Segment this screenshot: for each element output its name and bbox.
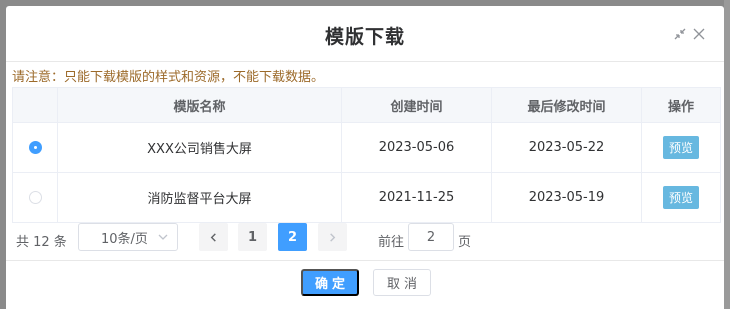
radio-unselected[interactable] [28,191,42,204]
created-time: 2023-05-06 [341,122,492,173]
template-name: 消防监督平台大屏 [57,172,342,223]
created-time: 2021-11-25 [341,172,492,223]
pagination: 共 12 条 10条/页 1 2 前往 页 [6,223,724,259]
total-count: 共 12 条 [16,235,67,250]
table-header-row: 模版名称 创建时间 最后修改时间 操作 [12,87,721,123]
template-name: XXX公司销售大屏 [57,122,342,173]
page-size-select[interactable]: 10条/页 [78,223,178,251]
collapse-icon[interactable] [672,26,688,42]
chevron-right-icon [330,232,336,242]
template-download-dialog: 模版下载 请注意：只能下载模版的样式和资源，不能下载数据。 模版名称 创建时间 … [6,6,724,309]
prev-page-button[interactable] [199,223,228,251]
row-select-cell[interactable] [12,172,58,223]
dialog-title: 模版下载 [324,26,405,48]
dialog-header: 模版下载 [6,6,724,62]
column-header-action: 操作 [641,87,721,123]
column-header-name: 模版名称 [57,87,342,123]
action-cell: 预览 [641,172,721,223]
row-select-cell[interactable] [12,122,58,173]
close-icon[interactable] [691,26,707,42]
chevron-down-icon [158,234,168,240]
download-notice: 请注意：只能下载模版的样式和资源，不能下载数据。 [12,70,325,85]
chevron-left-icon [210,232,216,242]
action-cell: 预览 [641,122,721,173]
next-page-button[interactable] [318,223,347,251]
goto-page-input[interactable] [408,223,454,251]
table-row[interactable]: 消防监督平台大屏 2021-11-25 2023-05-19 预览 [12,172,721,223]
cancel-button[interactable]: 取消 [373,269,431,296]
preview-button[interactable]: 预览 [662,136,699,159]
column-header-created: 创建时间 [341,87,492,123]
table-row[interactable]: XXX公司销售大屏 2023-05-06 2023-05-22 预览 [12,122,721,173]
modal-backdrop [724,0,730,309]
template-table: 模版名称 创建时间 最后修改时间 操作 XXX公司销售大屏 2023-05-06… [12,87,721,223]
confirm-button[interactable]: 确定 [301,269,359,296]
goto-suffix: 页 [458,235,472,250]
column-header-select [12,87,58,123]
page-2-button[interactable]: 2 [278,223,307,251]
column-header-modified: 最后修改时间 [491,87,642,123]
page-1-button[interactable]: 1 [238,223,267,251]
footer-divider [6,260,724,261]
modified-time: 2023-05-22 [491,122,642,173]
modified-time: 2023-05-19 [491,172,642,223]
goto-label: 前往 [378,235,405,250]
preview-button[interactable]: 预览 [662,186,699,209]
radio-selected[interactable] [28,141,42,154]
page-size-value: 10条/页 [101,231,148,247]
